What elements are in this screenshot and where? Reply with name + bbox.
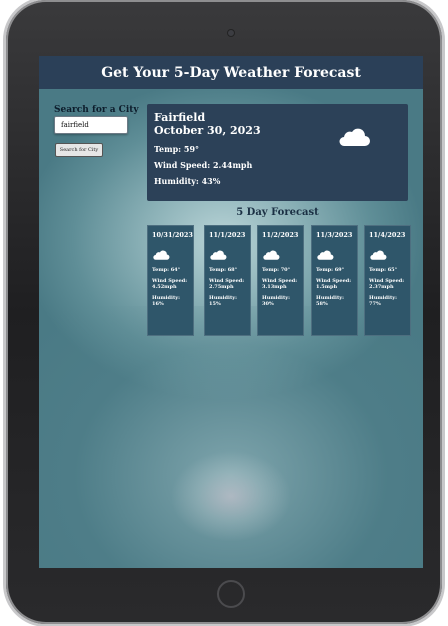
forecast-wind: Wind Speed: 2.75mph xyxy=(209,278,246,290)
cloud-icon xyxy=(370,250,387,260)
cloud-icon xyxy=(153,250,170,260)
forecast-wind-value: 3.13mph xyxy=(262,284,287,290)
cloud-icon xyxy=(263,250,280,260)
search-label: Search for a City xyxy=(54,105,139,115)
forecast-date: 11/2/2023 xyxy=(262,231,299,239)
cloud-icon xyxy=(339,128,370,146)
forecast-wind: Wind Speed: 1.5mph xyxy=(316,278,353,290)
forecast-title: 5 Day Forecast xyxy=(236,207,319,218)
forecast-wind-value: 2.75mph xyxy=(209,284,234,290)
current-city: Fairfield xyxy=(154,111,206,124)
forecast-humidity-value: 16% xyxy=(152,301,164,307)
camera-dot xyxy=(227,29,235,37)
city-search-input[interactable] xyxy=(54,116,128,134)
forecast-humidity-value: 58% xyxy=(316,301,328,307)
cloud-icon xyxy=(210,250,227,260)
cloud-icon xyxy=(317,250,334,260)
forecast-card: 11/3/2023 Temp: 69° Wind Speed: 1.5mph Hu… xyxy=(311,225,358,336)
forecast-humidity: Humidity: 16% xyxy=(152,295,189,307)
forecast-humidity: Humidity: 58% xyxy=(316,295,353,307)
forecast-date: 11/1/2023 xyxy=(209,231,246,239)
forecast-humidity-value: 77% xyxy=(369,301,381,307)
forecast-date: 11/4/2023 xyxy=(369,231,406,239)
forecast-humidity: Humidity: 15% xyxy=(209,295,246,307)
forecast-humidity: Humidity: 77% xyxy=(369,295,406,307)
forecast-humidity-value: 15% xyxy=(209,301,221,307)
forecast-temp: Temp: 64° xyxy=(152,267,181,273)
forecast-temp: Temp: 70° xyxy=(262,267,291,273)
forecast-card: 10/31/2023 Temp: 64° Wind Speed: 4.52mph … xyxy=(147,225,194,336)
forecast-wind-value: 2.37mph xyxy=(369,284,394,290)
tablet-frame: Get Your 5-Day Weather Forecast Search f… xyxy=(6,0,442,624)
current-wind: Wind Speed: 2.44mph xyxy=(154,160,253,170)
forecast-date: 11/3/2023 xyxy=(316,231,353,239)
forecast-card: 11/1/2023 Temp: 68° Wind Speed: 2.75mph H… xyxy=(204,225,251,336)
home-button[interactable] xyxy=(217,580,245,608)
forecast-humidity-value: 30% xyxy=(262,301,274,307)
forecast-temp: Temp: 65° xyxy=(369,267,398,273)
forecast-wind: Wind Speed: 2.37mph xyxy=(369,278,406,290)
forecast-wind: Wind Speed: 4.52mph xyxy=(152,278,189,290)
forecast-card: 11/2/2023 Temp: 70° Wind Speed: 3.13mph H… xyxy=(257,225,304,336)
forecast-wind-value: 1.5mph xyxy=(316,284,338,290)
forecast-wind-value: 4.52mph xyxy=(152,284,177,290)
current-humidity: Humidity: 43% xyxy=(154,176,221,186)
forecast-wind: Wind Speed: 3.13mph xyxy=(262,278,299,290)
forecast-card: 11/4/2023 Temp: 65° Wind Speed: 2.37mph H… xyxy=(364,225,411,336)
current-weather-card: Fairfield October 30, 2023 Temp: 59° Win… xyxy=(147,104,408,201)
page-header: Get Your 5-Day Weather Forecast xyxy=(39,56,423,89)
forecast-date: 10/31/2023 xyxy=(152,231,193,239)
page-title: Get Your 5-Day Weather Forecast xyxy=(101,64,361,81)
browser-viewport: Get Your 5-Day Weather Forecast Search f… xyxy=(39,56,423,568)
search-city-button[interactable]: Search for City xyxy=(55,143,103,157)
forecast-humidity: Humidity: 30% xyxy=(262,295,299,307)
forecast-temp: Temp: 69° xyxy=(316,267,345,273)
forecast-temp: Temp: 68° xyxy=(209,267,238,273)
